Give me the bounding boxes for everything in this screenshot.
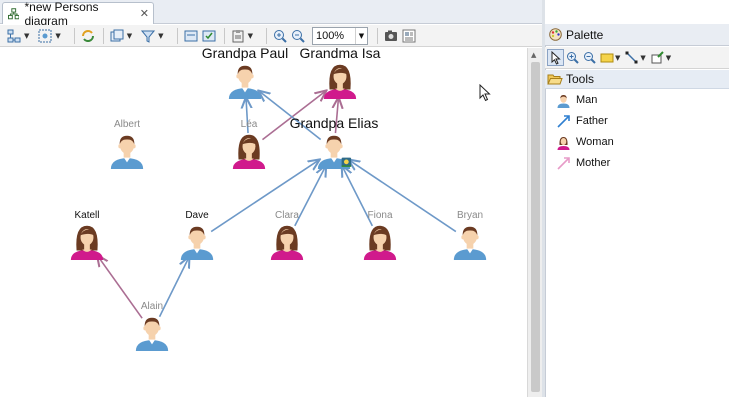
- person-node-alain[interactable]: Alain: [117, 301, 187, 351]
- woman-icon: [232, 134, 266, 169]
- person-node-grandma-isa[interactable]: Grandma Isa: [300, 45, 380, 99]
- toolbar-separator: [265, 27, 267, 44]
- person-name: Grandpa Paul: [201, 45, 289, 61]
- woman-icon: [270, 225, 304, 260]
- export-image-icon[interactable]: [383, 28, 399, 44]
- close-icon[interactable]: ✕: [140, 7, 149, 20]
- editor-tab-bar: *new Persons diagram ✕: [0, 0, 542, 28]
- person-name: Fiona: [367, 210, 393, 221]
- palette-tool-label: Mother: [576, 157, 611, 169]
- filter-icon[interactable]: [140, 28, 156, 44]
- palette-icon: [549, 28, 562, 41]
- scrollbar-thumb[interactable]: [531, 62, 540, 392]
- mouse-pointer-icon: [479, 84, 491, 102]
- person-node-lea[interactable]: Léa: [214, 119, 284, 169]
- palette-tool-woman[interactable]: Woman: [556, 133, 706, 151]
- person-node-bryan[interactable]: Bryan: [435, 210, 505, 260]
- editor-tab[interactable]: *new Persons diagram ✕: [2, 0, 154, 28]
- person-name: Grandma Isa: [299, 45, 381, 61]
- palette-toolbar: ▼ ▼ ▼: [545, 47, 729, 69]
- toolbar-separator: [376, 27, 378, 44]
- woman-icon: [323, 64, 357, 99]
- palette-drawer-label: Tools: [566, 72, 595, 86]
- zoom-in-tool-icon[interactable]: [564, 49, 581, 66]
- person-node-katell[interactable]: Katell: [52, 210, 122, 260]
- person-name: Léa: [240, 119, 258, 130]
- chevron-down-icon[interactable]: ▼: [158, 32, 163, 40]
- diagram-canvas[interactable]: Grandpa Paul Grandma Isa Albert Léa Gran…: [0, 45, 527, 397]
- person-node-dave[interactable]: Dave: [162, 210, 232, 260]
- layers-icon[interactable]: [109, 28, 125, 44]
- palette-tool-label: Woman: [576, 136, 614, 148]
- person-name: Grandpa Elias: [289, 115, 379, 131]
- chevron-down-icon[interactable]: ▼: [354, 27, 367, 44]
- mother-arrow-icon: [557, 156, 570, 170]
- scroll-up-icon[interactable]: ▲: [531, 51, 536, 59]
- palette-tool-mother[interactable]: Mother: [556, 154, 706, 172]
- arrange-icon[interactable]: [6, 28, 22, 44]
- woman-icon: [363, 225, 397, 260]
- zoom-select[interactable]: 100% ▼: [311, 26, 368, 45]
- person-name: Clara: [275, 210, 299, 221]
- note-tool-icon[interactable]: [598, 49, 615, 66]
- father-arrow-icon: [557, 114, 570, 128]
- person-node-grandpa-paul[interactable]: Grandpa Paul: [202, 45, 288, 99]
- diagram-file-icon: [8, 7, 20, 19]
- properties-icon[interactable]: [401, 28, 417, 44]
- hide-element-icon[interactable]: [183, 28, 199, 44]
- chevron-down-icon[interactable]: ▼: [666, 54, 671, 62]
- palette-header: Palette: [545, 24, 729, 46]
- woman-icon: [557, 136, 570, 150]
- diagram-toolbar: ▼ ▼ ▼ ▼ ▼ 100% ▼: [0, 25, 542, 47]
- connector-tool-icon[interactable]: [623, 49, 640, 66]
- chevron-down-icon[interactable]: ▼: [248, 32, 253, 40]
- palette-tool-man[interactable]: Man: [556, 91, 706, 109]
- man-icon: [110, 135, 144, 169]
- refresh-icon[interactable]: [80, 28, 96, 44]
- show-element-icon[interactable]: [201, 28, 217, 44]
- palette-drawer-tools[interactable]: Tools: [545, 70, 729, 89]
- palette-tool-label: Father: [576, 115, 608, 127]
- chevron-down-icon[interactable]: ▼: [615, 54, 620, 62]
- select-tool-icon[interactable]: [547, 49, 564, 66]
- toolbar-separator: [102, 27, 104, 44]
- man-icon: [453, 226, 487, 260]
- chevron-down-icon[interactable]: ▼: [127, 32, 132, 40]
- person-name: Katell: [74, 210, 100, 221]
- zoom-in-icon[interactable]: [272, 28, 288, 44]
- man-icon: [135, 317, 169, 351]
- zoom-out-tool-icon[interactable]: [581, 49, 598, 66]
- zoom-value: 100%: [315, 29, 345, 42]
- folder-open-icon: [547, 74, 563, 85]
- person-node-grandpa-elias[interactable]: Grandpa Elias: [290, 115, 378, 169]
- chevron-down-icon[interactable]: ▼: [640, 54, 645, 62]
- select-all-icon[interactable]: [37, 28, 53, 44]
- person-name: Albert: [113, 119, 141, 130]
- toolbar-separator: [73, 27, 75, 44]
- paste-format-icon[interactable]: [230, 28, 246, 44]
- man-icon: [180, 226, 214, 260]
- person-name: Bryan: [456, 210, 484, 221]
- palette-title: Palette: [566, 27, 604, 42]
- toolbar-separator: [176, 27, 178, 44]
- person-name: Alain: [140, 301, 164, 312]
- chevron-down-icon[interactable]: ▼: [55, 32, 60, 40]
- woman-icon: [70, 225, 104, 260]
- person-node-albert[interactable]: Albert: [92, 119, 162, 169]
- person-node-clara[interactable]: Clara: [252, 210, 322, 260]
- chevron-down-icon[interactable]: ▼: [24, 32, 29, 40]
- palette-tool-label: Man: [576, 94, 598, 106]
- editor-tab-title: *new Persons diagram: [24, 0, 99, 28]
- person-name: Dave: [185, 210, 209, 221]
- zoom-out-icon[interactable]: [290, 28, 306, 44]
- man-icon: [317, 135, 352, 169]
- palette-tool-father[interactable]: Father: [556, 112, 706, 130]
- pin-tool-icon[interactable]: [649, 49, 666, 66]
- vertical-scrollbar[interactable]: ▲: [527, 48, 542, 397]
- toolbar-separator: [223, 27, 225, 44]
- man-icon: [228, 65, 262, 99]
- person-node-fiona[interactable]: Fiona: [345, 210, 415, 260]
- man-icon: [557, 94, 570, 108]
